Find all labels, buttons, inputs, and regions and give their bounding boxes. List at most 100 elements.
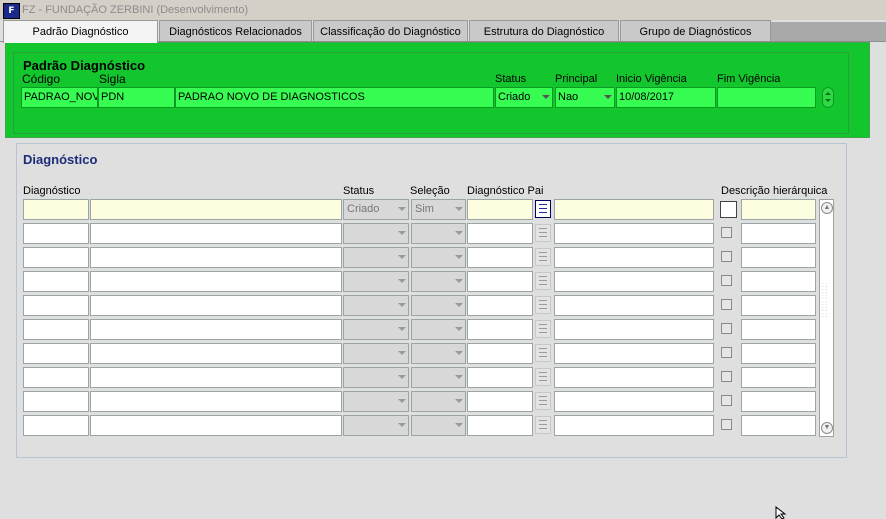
sigla-field[interactable]: PDN: [98, 87, 175, 108]
diagnostico-code-field[interactable]: [23, 415, 89, 436]
diagnostico-code-field[interactable]: [23, 199, 89, 220]
selecao-select[interactable]: [411, 415, 466, 436]
list-of-values-icon[interactable]: [535, 200, 551, 218]
diagnostico-pai-descricao-field[interactable]: [554, 391, 714, 412]
diagnostico-descricao-field[interactable]: [90, 319, 342, 340]
diagnostico-descricao-field[interactable]: [90, 247, 342, 268]
diagnostico-pai-descricao-field[interactable]: [554, 247, 714, 268]
diagnostico-descricao-field[interactable]: [90, 199, 342, 220]
hierarquica-checkbox[interactable]: [721, 227, 732, 238]
scroll-down-icon[interactable]: ▼: [821, 422, 833, 434]
selecao-select[interactable]: [411, 295, 466, 316]
diagnostico-descricao-field[interactable]: [90, 295, 342, 316]
selecao-select[interactable]: [411, 223, 466, 244]
list-of-values-icon[interactable]: [535, 248, 551, 266]
selecao-select[interactable]: [411, 391, 466, 412]
diagnostico-pai-field[interactable]: [467, 391, 533, 412]
status-select[interactable]: [343, 319, 409, 340]
hierarquica-checkbox[interactable]: [721, 251, 732, 262]
list-of-values-icon[interactable]: [535, 320, 551, 338]
descricao-hierarquica-field[interactable]: [741, 199, 816, 220]
descricao-hierarquica-field[interactable]: [741, 391, 816, 412]
diagnostico-code-field[interactable]: [23, 223, 89, 244]
descricao-hierarquica-field[interactable]: [741, 343, 816, 364]
list-of-values-icon[interactable]: [535, 296, 551, 314]
diagnostico-pai-field[interactable]: [467, 295, 533, 316]
status-select[interactable]: [343, 367, 409, 388]
diagnostico-code-field[interactable]: [23, 247, 89, 268]
diagnostico-pai-descricao-field[interactable]: [554, 319, 714, 340]
diagnostico-pai-descricao-field[interactable]: [554, 295, 714, 316]
descricao-hierarquica-field[interactable]: [741, 415, 816, 436]
diagnostico-pai-descricao-field[interactable]: [554, 271, 714, 292]
diagnostico-code-field[interactable]: [23, 271, 89, 292]
selecao-select[interactable]: [411, 247, 466, 268]
tab-classificacao-diagnostico[interactable]: Classificação do Diagnóstico: [313, 20, 468, 41]
hierarquica-checkbox[interactable]: [721, 371, 732, 382]
descricao-hierarquica-field[interactable]: [741, 271, 816, 292]
descricao-field[interactable]: PADRAO NOVO DE DIAGNOSTICOS: [175, 87, 494, 108]
diagnostico-code-field[interactable]: [23, 319, 89, 340]
status-select[interactable]: [343, 343, 409, 364]
selecao-select[interactable]: [411, 319, 466, 340]
principal-select[interactable]: Nao: [555, 87, 615, 108]
descricao-hierarquica-field[interactable]: [741, 295, 816, 316]
selecao-select[interactable]: [411, 367, 466, 388]
diagnostico-pai-descricao-field[interactable]: [554, 367, 714, 388]
selecao-select[interactable]: [411, 343, 466, 364]
list-of-values-icon[interactable]: [535, 272, 551, 290]
diagnostico-pai-field[interactable]: [467, 223, 533, 244]
diagnostico-pai-field[interactable]: [467, 247, 533, 268]
scroll-up-icon[interactable]: ▲: [821, 202, 833, 214]
diagnostico-pai-descricao-field[interactable]: [554, 223, 714, 244]
fim-vigencia-field[interactable]: [717, 87, 816, 108]
list-of-values-icon[interactable]: [535, 416, 551, 434]
diagnostico-pai-descricao-field[interactable]: [554, 343, 714, 364]
hierarquica-checkbox[interactable]: [721, 299, 732, 310]
descricao-hierarquica-field[interactable]: [741, 367, 816, 388]
diagnostico-pai-descricao-field[interactable]: [554, 199, 714, 220]
status-select[interactable]: [343, 391, 409, 412]
hierarquica-checkbox[interactable]: [721, 275, 732, 286]
tab-padrao-diagnostico[interactable]: Padrão Diagnóstico: [3, 20, 158, 43]
diagnostico-pai-field[interactable]: [467, 367, 533, 388]
diagnostico-code-field[interactable]: [23, 391, 89, 412]
hierarquica-checkbox[interactable]: [721, 395, 732, 406]
status-select[interactable]: [343, 223, 409, 244]
selecao-select[interactable]: Sim: [411, 199, 466, 220]
status-select[interactable]: [343, 271, 409, 292]
hierarquica-checkbox[interactable]: [720, 201, 737, 218]
codigo-field[interactable]: PADRAO_NOV: [21, 87, 98, 108]
tab-diagnosticos-relacionados[interactable]: Diagnósticos Relacionados: [159, 20, 312, 41]
diagnostico-pai-descricao-field[interactable]: [554, 415, 714, 436]
status-select[interactable]: Criado: [343, 199, 409, 220]
master-scrollbar[interactable]: [822, 87, 834, 108]
descricao-hierarquica-field[interactable]: [741, 247, 816, 268]
hierarquica-checkbox[interactable]: [721, 347, 732, 358]
diagnostico-pai-field[interactable]: [467, 319, 533, 340]
descricao-hierarquica-field[interactable]: [741, 223, 816, 244]
status-select[interactable]: Criado: [495, 87, 553, 108]
diagnostico-descricao-field[interactable]: [90, 343, 342, 364]
diagnostico-pai-field[interactable]: [467, 199, 533, 220]
diagnostico-code-field[interactable]: [23, 343, 89, 364]
diagnostico-descricao-field[interactable]: [90, 223, 342, 244]
status-select[interactable]: [343, 295, 409, 316]
diagnostico-pai-field[interactable]: [467, 415, 533, 436]
hierarquica-checkbox[interactable]: [721, 323, 732, 334]
inicio-vigencia-field[interactable]: 10/08/2017: [616, 87, 716, 108]
descricao-hierarquica-field[interactable]: [741, 319, 816, 340]
diagnostico-code-field[interactable]: [23, 367, 89, 388]
list-of-values-icon[interactable]: [535, 344, 551, 362]
diagnostico-descricao-field[interactable]: [90, 415, 342, 436]
diagnostico-code-field[interactable]: [23, 295, 89, 316]
status-select[interactable]: [343, 415, 409, 436]
list-of-values-icon[interactable]: [535, 368, 551, 386]
tab-estrutura-diagnostico[interactable]: Estrutura do Diagnóstico: [469, 20, 619, 41]
list-of-values-icon[interactable]: [535, 392, 551, 410]
diagnostico-descricao-field[interactable]: [90, 367, 342, 388]
status-select[interactable]: [343, 247, 409, 268]
selecao-select[interactable]: [411, 271, 466, 292]
diagnostico-descricao-field[interactable]: [90, 271, 342, 292]
list-of-values-icon[interactable]: [535, 224, 551, 242]
